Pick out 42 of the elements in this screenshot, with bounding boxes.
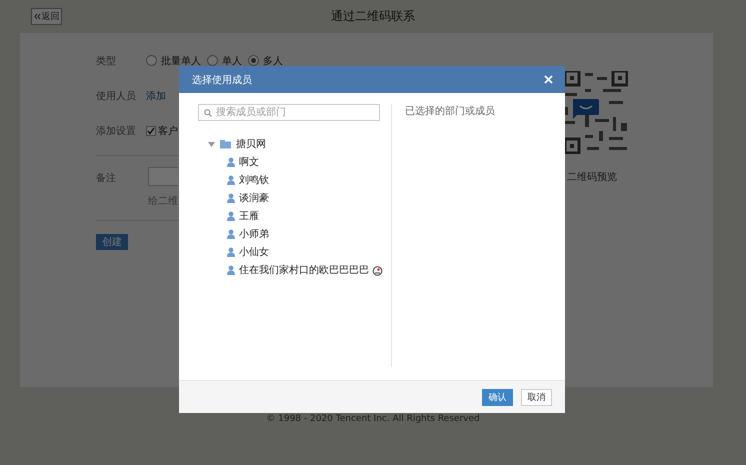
field-label: 添加设置	[96, 124, 137, 138]
member-item[interactable]: 王雁	[239, 209, 259, 223]
checkbox-label: 客户	[158, 124, 178, 138]
dialog-title: 选择使用成员	[192, 74, 252, 86]
double-chevron-icon	[34, 13, 40, 20]
collapse-icon[interactable]	[208, 140, 215, 148]
radio-button[interactable]	[248, 55, 259, 66]
qr-caption: 二维码预览	[566, 170, 617, 184]
radio-label: 单人	[222, 54, 242, 68]
person-icon	[226, 157, 236, 167]
person-icon	[226, 193, 236, 203]
field-label: 备注	[96, 172, 117, 185]
field-label: 类型	[96, 54, 117, 68]
checkbox[interactable]	[146, 126, 156, 136]
person-icon	[226, 175, 236, 185]
person-icon	[226, 265, 236, 275]
note-field[interactable]	[148, 167, 178, 186]
cancel-button[interactable]: 取消	[521, 388, 552, 406]
footer-text: © 1998 - 2020 Tencent Inc. All Rights Reserved	[265, 414, 481, 424]
member-item[interactable]: 谈润豪	[239, 191, 269, 205]
back-button[interactable]: 返回	[31, 8, 62, 25]
member-item[interactable]: 住在我们家村口的欧巴巴巴巴	[239, 263, 369, 277]
field-label: 使用人员	[96, 90, 137, 102]
confirm-button[interactable]: 确认	[482, 388, 513, 406]
search-icon	[204, 109, 212, 117]
page-title: 通过二维码联系	[330, 8, 416, 25]
department-item[interactable]: 搪贝网	[236, 137, 266, 151]
radio-label: 多人	[263, 54, 283, 68]
person-icon	[226, 229, 236, 239]
person-icon	[226, 211, 236, 221]
close-icon[interactable]	[544, 75, 553, 84]
member-item[interactable]: 小师弟	[239, 227, 269, 241]
radio-label: 批量单人	[161, 54, 201, 68]
folder-icon	[220, 139, 231, 149]
selected-heading: 已选择的部门或成员	[405, 106, 495, 117]
member-item[interactable]: 刘鸣钦	[239, 173, 269, 187]
search-field[interactable]: 搜索成员或部门	[198, 104, 380, 121]
radio-button[interactable]	[146, 55, 157, 66]
radio-button[interactable]	[207, 55, 218, 66]
person-icon	[226, 247, 236, 257]
member-item[interactable]: 小仙女	[239, 245, 269, 259]
member-item[interactable]: 啊文	[239, 155, 259, 169]
